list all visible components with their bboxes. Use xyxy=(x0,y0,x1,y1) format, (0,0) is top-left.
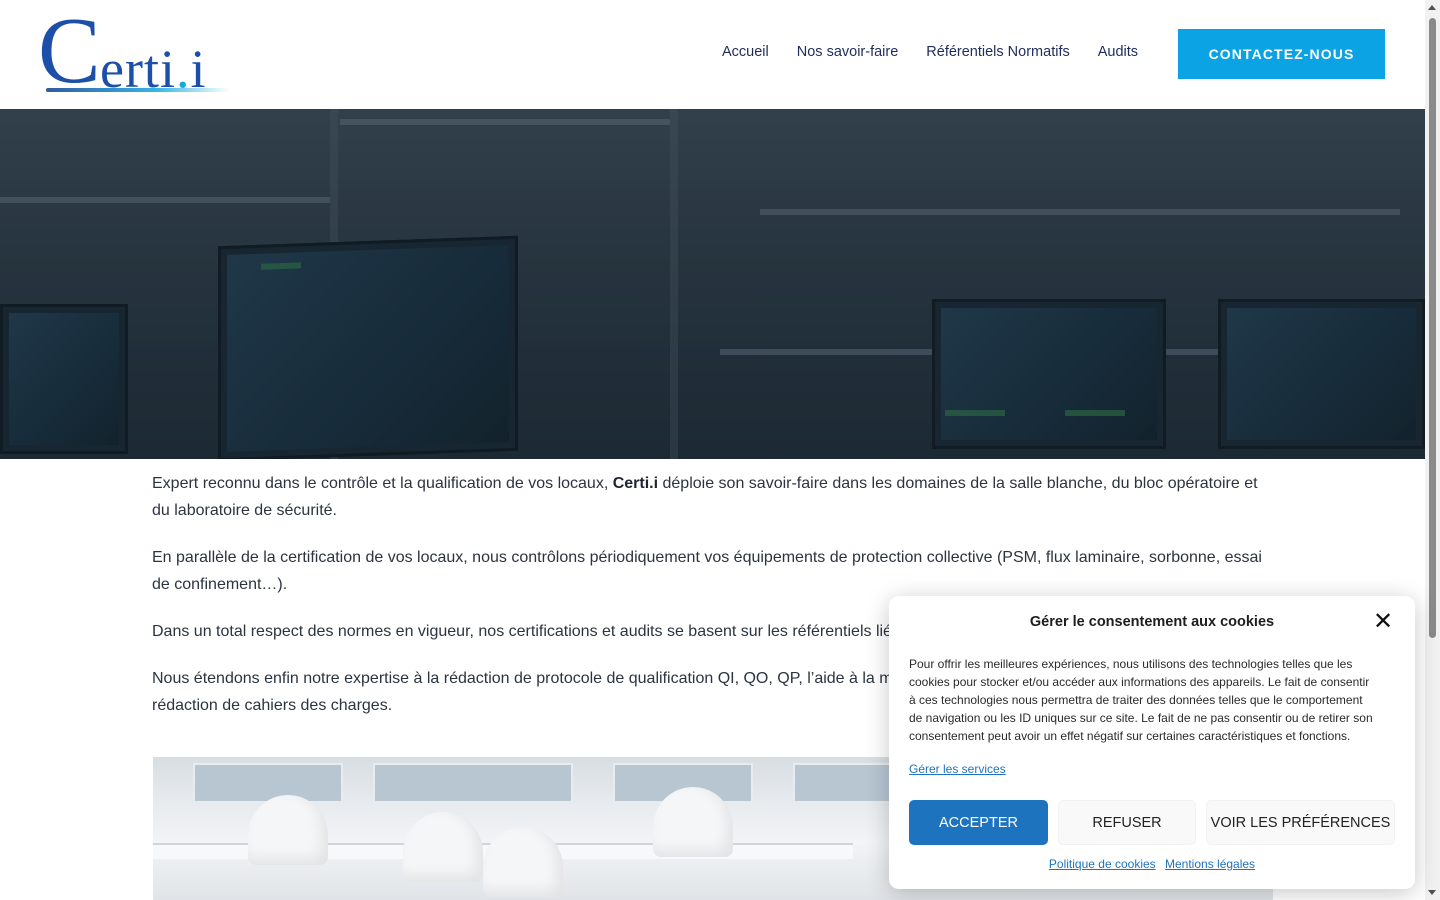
refuse-cookies-button[interactable]: REFUSER xyxy=(1058,800,1196,845)
cookie-dialog-title: Gérer le consentement aux cookies xyxy=(1029,614,1275,630)
lab-chair xyxy=(653,787,733,857)
page-scrollbar[interactable] xyxy=(1425,0,1440,900)
scrollbar-thumb[interactable] xyxy=(1429,18,1436,638)
nav-accueil[interactable]: Accueil xyxy=(722,44,769,60)
accept-cookies-button[interactable]: ACCEPTER xyxy=(909,800,1048,845)
lab-chair xyxy=(248,795,328,865)
legal-notice-link[interactable]: Mentions légales xyxy=(1165,857,1255,871)
cookie-dialog-text: Pour offrir les meilleures expériences, … xyxy=(909,657,1373,743)
p4-text-line2: rédaction de cahiers des charges. xyxy=(152,697,393,714)
manage-services-link[interactable]: Gérer les services xyxy=(909,762,1006,776)
nav-audits[interactable]: Audits xyxy=(1098,44,1138,60)
nav-referentiels-normatifs[interactable]: Référentiels Normatifs xyxy=(926,44,1069,60)
lab-chair xyxy=(483,827,563,897)
hero-overlay xyxy=(0,109,1425,459)
intro-paragraph-2: En parallèle de la certification de vos … xyxy=(152,549,1262,593)
view-preferences-button[interactable]: VOIR LES PRÉFÉRENCES xyxy=(1206,800,1395,845)
main-nav: Accueil Nos savoir-faire Référentiels No… xyxy=(722,44,1138,60)
lab-window xyxy=(193,763,343,803)
cookie-footer-links: Politique de cookies Mentions légales xyxy=(889,857,1415,871)
certi-i-logo[interactable]: C erti.i xyxy=(38,4,238,98)
brand-name: Certi.i xyxy=(612,475,659,492)
site-header: C erti.i Accueil Nos savoir-faire Référe… xyxy=(0,0,1425,109)
cookie-consent-dialog: Gérer le consentement aux cookies ✕ Pour… xyxy=(889,596,1415,889)
intro-paragraph-1: Expert reconnu dans le contrôle et la qu… xyxy=(152,470,1277,524)
hero-lab-image xyxy=(0,109,1425,459)
nav-nos-savoir-faire[interactable]: Nos savoir-faire xyxy=(797,44,899,60)
p1-text: Expert reconnu dans le contrôle et la qu… xyxy=(152,475,613,492)
logo-letter-c: C xyxy=(38,0,101,103)
scroll-up-arrow-icon[interactable] xyxy=(1428,5,1436,10)
logo-swoosh xyxy=(46,88,230,92)
p4-text: Nous étendons enfin notre expertise à la… xyxy=(152,670,902,687)
close-icon[interactable]: ✕ xyxy=(1373,610,1393,634)
lab-chair xyxy=(403,812,483,882)
cookie-policy-link[interactable]: Politique de cookies xyxy=(1049,857,1156,871)
scroll-down-arrow-icon[interactable] xyxy=(1428,890,1436,895)
lab-window xyxy=(373,763,573,803)
contact-button[interactable]: CONTACTEZ-NOUS xyxy=(1178,29,1385,79)
